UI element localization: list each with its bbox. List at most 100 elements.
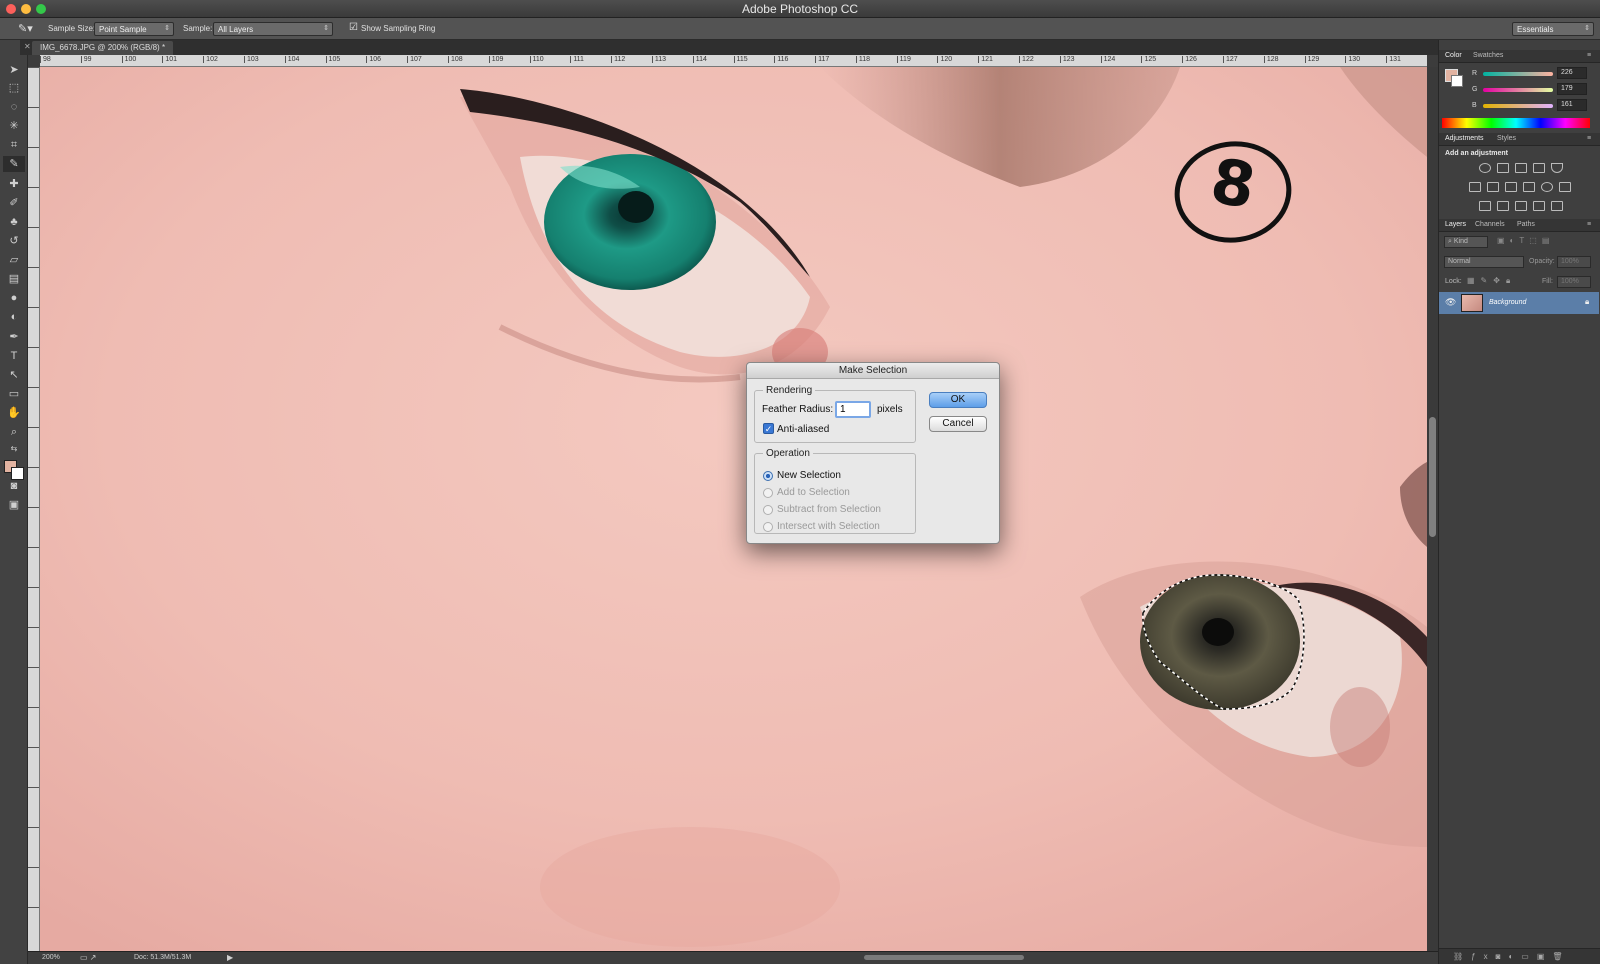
swap-colors-icon[interactable]: ⇆ [3,441,25,457]
channel-r-slider[interactable] [1483,72,1553,76]
document-tab[interactable]: IMG_6678.JPG @ 200% (RGB/8) * [32,41,174,55]
tab-color[interactable]: Color [1445,52,1462,59]
curves-icon[interactable] [1515,163,1527,173]
screen-mode-icon[interactable]: ▣ [3,497,25,513]
zoom-tool-icon[interactable]: ⌕ [3,424,25,440]
ruler-tick-mark [28,67,39,68]
eyedropper-tool-icon[interactable]: ✎ [3,156,25,172]
tab-paths[interactable]: Paths [1517,221,1535,228]
adjustments-heading: Add an adjustment [1445,150,1509,157]
blur-tool-icon[interactable]: ● [3,290,25,306]
fill-label: Fill: [1542,278,1553,285]
channel-b-slider[interactable] [1483,104,1553,108]
sample-size-select[interactable]: Point Sample ⇕ [94,22,174,36]
opacity-input[interactable]: 100% [1557,256,1591,268]
channel-g-value[interactable]: 179 [1557,83,1587,95]
magic-wand-tool-icon[interactable]: ✳ [3,118,25,134]
sample-select[interactable]: All Layers ⇕ [213,22,333,36]
path-selection-tool-icon[interactable]: ↖ [3,367,25,383]
lasso-tool-icon[interactable]: ◌ [3,99,25,115]
brightness-icon[interactable] [1479,163,1491,173]
ruler-tick-mark [28,147,39,148]
workspace-select[interactable]: Essentials ⇕ [1512,22,1594,36]
black-white-icon[interactable] [1505,182,1517,192]
type-tool-icon[interactable]: T [3,348,25,364]
tab-layers[interactable]: Layers [1445,221,1466,228]
tab-channels[interactable]: Channels [1475,221,1505,228]
gradient-tool-icon[interactable]: ▤ [3,271,25,287]
opacity-label: Opacity: [1529,258,1555,265]
channel-mixer-icon[interactable] [1541,182,1553,192]
channel-g-label: G [1472,86,1478,93]
color-spectrum-ramp[interactable] [1442,118,1590,128]
gradient-map-icon[interactable] [1551,201,1563,211]
eye-visibility-icon[interactable]: 👁︎ [1445,297,1456,308]
photo-filter-icon[interactable] [1523,182,1535,192]
color-balance-icon[interactable] [1487,182,1499,192]
channel-g-slider[interactable] [1483,88,1553,92]
panel-menu-icon[interactable]: ≡ [1587,221,1591,228]
feather-radius-input[interactable] [835,401,871,418]
history-brush-tool-icon[interactable]: ↺ [3,233,25,249]
zoom-level[interactable]: 200% [42,954,60,961]
brush-tool-icon[interactable]: ✐ [3,195,25,211]
vibrance-icon[interactable] [1551,163,1563,173]
subtract-from-selection-radio[interactable] [763,505,773,515]
status-menu-arrow-icon[interactable]: ▶ [227,953,233,962]
layer-name[interactable]: Background [1489,299,1526,306]
rectangle-tool-icon[interactable]: ▭ [3,386,25,402]
channel-r-value[interactable]: 226 [1557,67,1587,79]
eraser-tool-icon[interactable]: ▱ [3,252,25,268]
selective-color-icon[interactable] [1533,201,1545,211]
tab-adjustments[interactable]: Adjustments [1445,135,1484,142]
status-icons[interactable]: ▭ ↗ [80,953,96,962]
fill-input[interactable]: 100% [1557,276,1591,288]
move-tool-icon[interactable]: ➤ [3,62,25,78]
color-lookup-icon[interactable] [1559,182,1571,192]
dodge-tool-icon[interactable]: ◐ [3,309,25,325]
posterize-icon[interactable] [1497,201,1509,211]
status-bar: 200% ▭ ↗ Doc: 51.3M/51.3M ▶ [28,951,1438,964]
layer-filter-icons[interactable]: ▣◐T⬚▤ [1497,236,1554,245]
levels-icon[interactable] [1497,163,1509,173]
cancel-button[interactable]: Cancel [929,416,987,432]
layer-filter-select[interactable]: ⌕ Kind [1444,236,1488,248]
eyedropper-tool-preset-icon[interactable]: ✎▾ [18,22,33,35]
clone-stamp-tool-icon[interactable]: ♣ [3,214,25,230]
sampling-ring-checkbox[interactable]: ☑ [349,22,358,33]
new-selection-radio[interactable] [763,471,773,481]
hue-saturation-icon[interactable] [1469,182,1481,192]
invert-icon[interactable] [1479,201,1491,211]
quick-mask-icon[interactable]: ◙ [3,478,25,494]
vertical-scrollbar-thumb[interactable] [1429,417,1436,537]
tab-swatches[interactable]: Swatches [1473,52,1503,59]
intersect-with-selection-radio[interactable] [763,522,773,532]
add-to-selection-radio[interactable] [763,488,773,498]
document-canvas[interactable]: 8 [40,67,1427,951]
close-tab-icon[interactable]: ✕ [24,42,31,51]
ruler-tick-label: 108 [447,56,463,63]
layer-row-background[interactable]: 👁︎ Background 🔒︎ [1439,292,1599,314]
layers-panel-tabs: Layers Channels Paths ≡ [1439,219,1600,232]
panel-menu-icon[interactable]: ≡ [1587,135,1591,142]
channel-b-value[interactable]: 161 [1557,99,1587,111]
marquee-tool-icon[interactable]: ⬚ [3,80,25,96]
panel-menu-icon[interactable]: ≡ [1587,52,1591,59]
layers-panel-footer-icons[interactable]: ⛓ƒx◙◐▭▣🗑︎ [1439,948,1600,964]
hand-tool-icon[interactable]: ✋ [3,405,25,421]
crop-tool-icon[interactable]: ⌗ [3,137,25,153]
adjustments-panel-tabs: Adjustments Styles ≡ [1439,133,1600,146]
healing-brush-tool-icon[interactable]: ✚ [3,176,25,192]
blend-mode-select[interactable]: Normal [1444,256,1524,268]
make-selection-dialog: Make Selection Rendering Feather Radius:… [746,362,1000,544]
color-bg-swatch[interactable] [1451,75,1463,87]
threshold-icon[interactable] [1515,201,1527,211]
vertical-scrollbar[interactable] [1427,67,1438,951]
ok-button[interactable]: OK [929,392,987,408]
exposure-icon[interactable] [1533,163,1545,173]
lock-icons[interactable]: ▦✎✥🔒︎ [1467,276,1516,286]
pen-tool-icon[interactable]: ✒ [3,329,25,345]
tab-styles[interactable]: Styles [1497,135,1516,142]
antialiased-checkbox[interactable]: ✓ [763,423,774,434]
horizontal-scrollbar-thumb[interactable] [864,955,1024,960]
